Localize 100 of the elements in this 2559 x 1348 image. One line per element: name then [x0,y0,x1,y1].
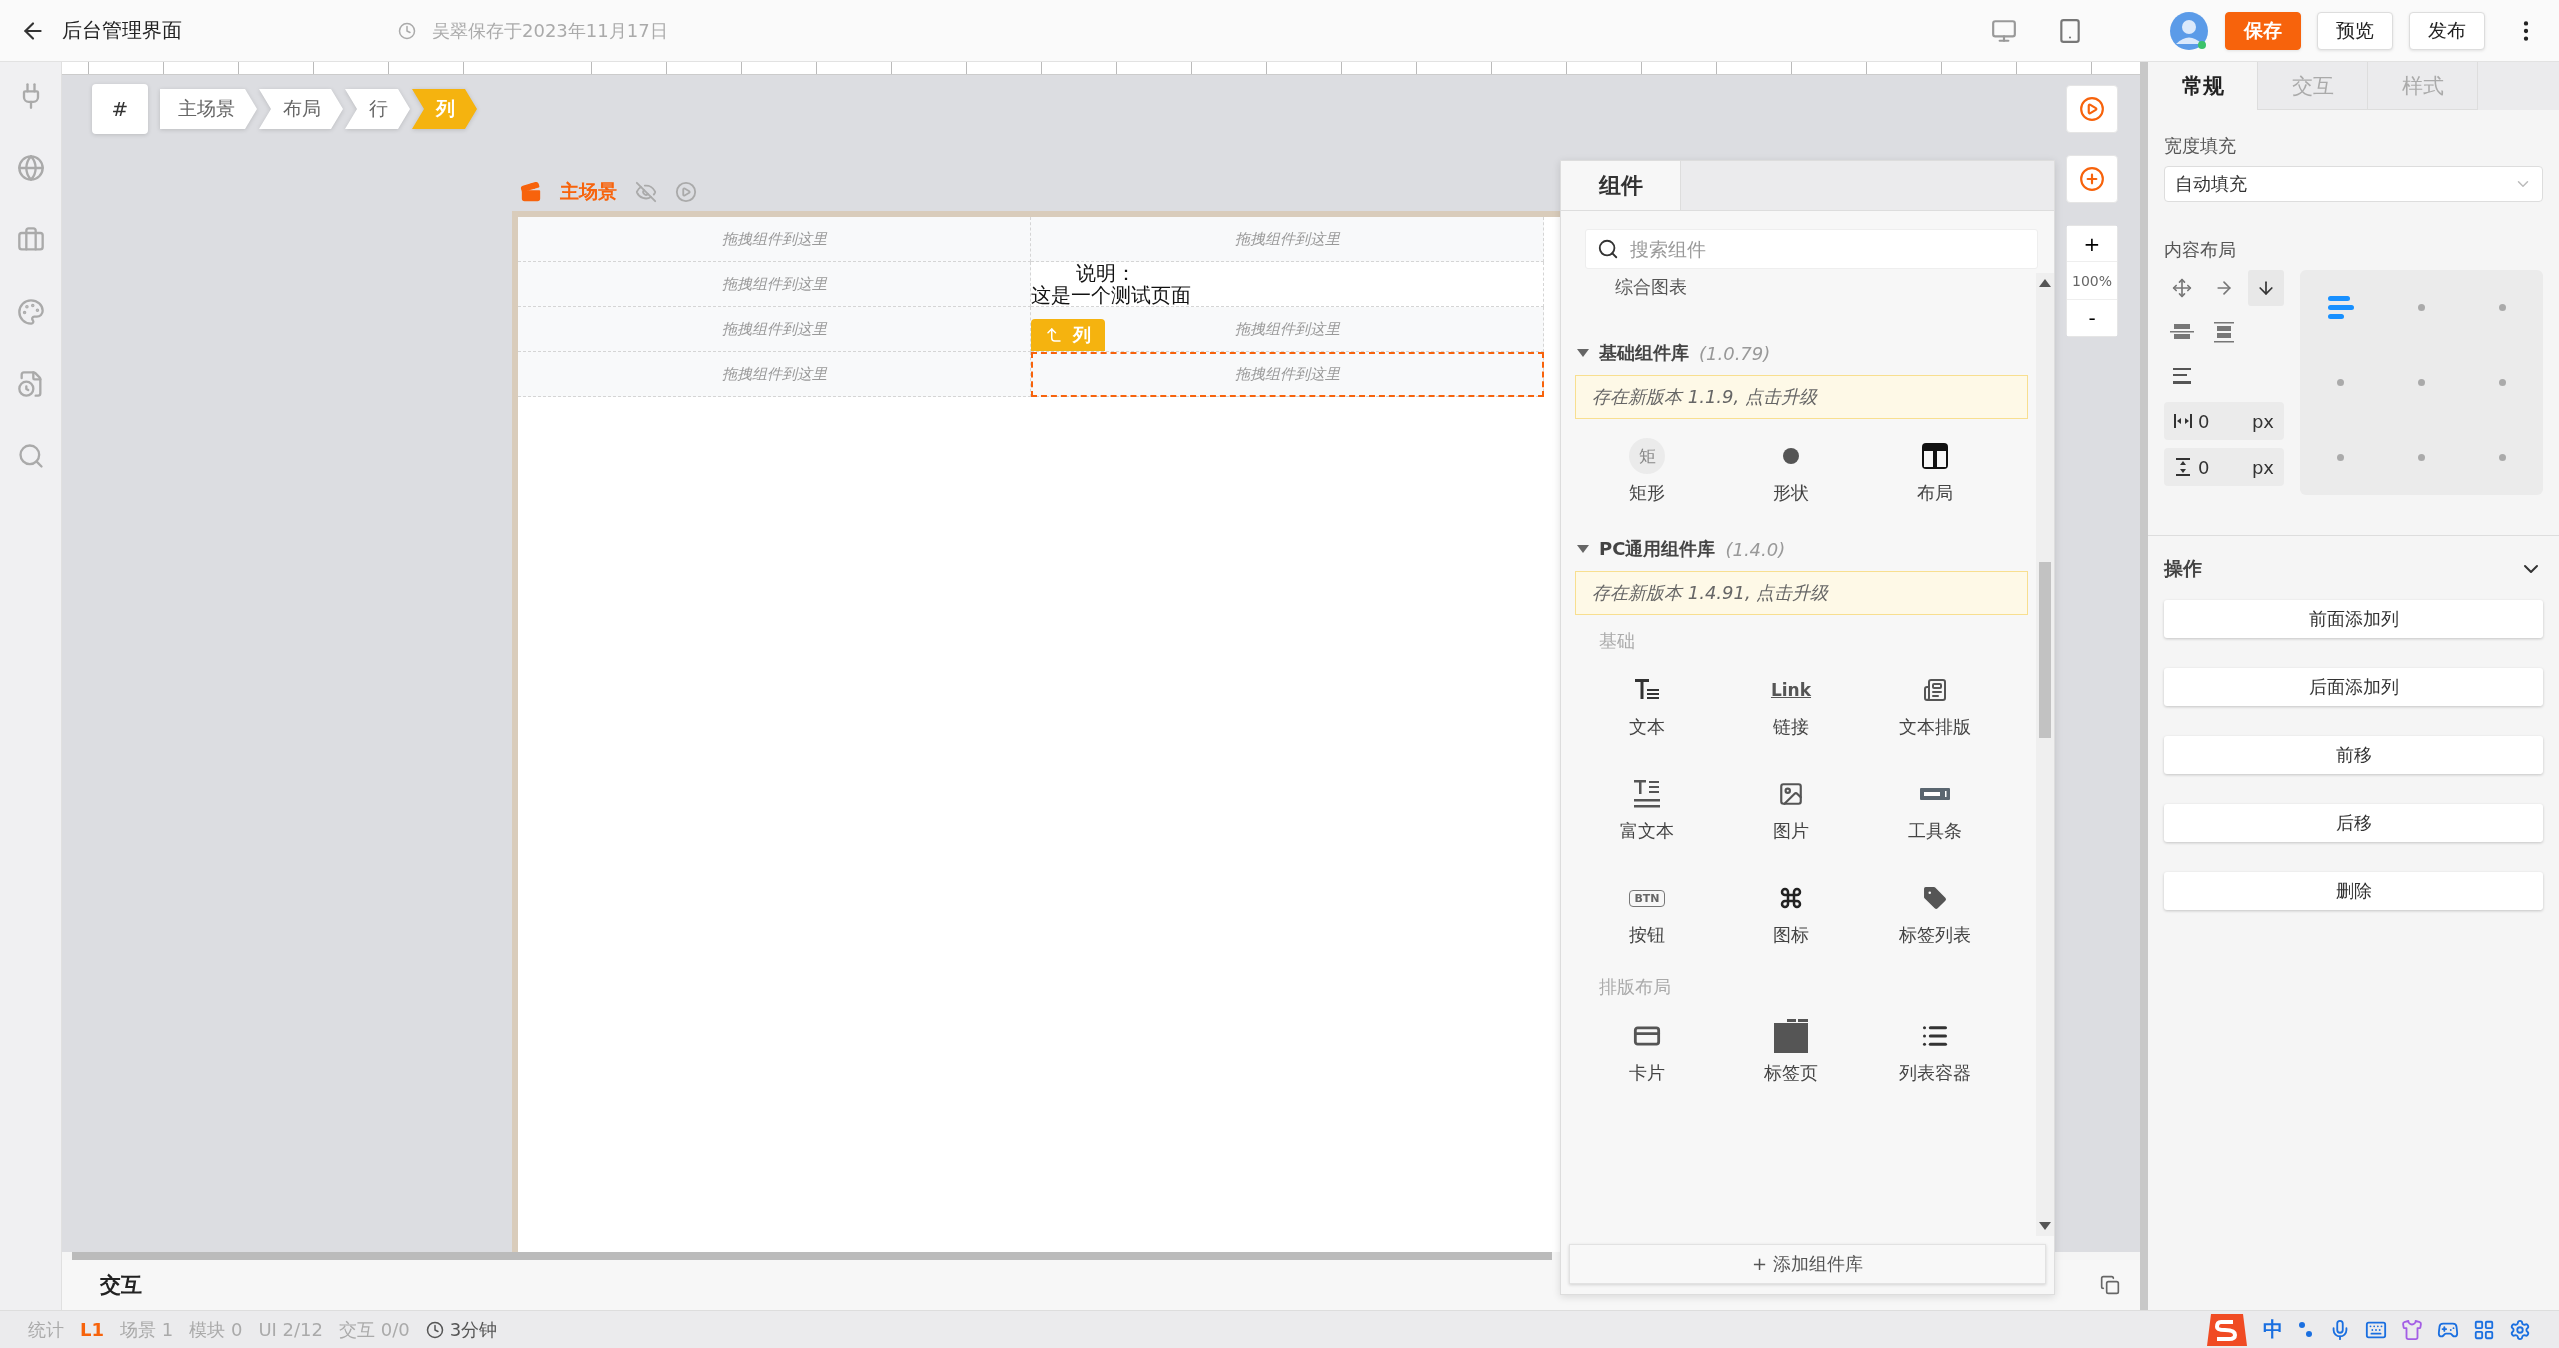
component-label[interactable]: 链接 [1773,715,1809,739]
component-label[interactable]: 标签列表 [1899,923,1971,947]
width-select[interactable]: 自动填充 [2164,166,2543,202]
preview-tool-button[interactable] [2066,85,2118,133]
settings-icon[interactable] [2509,1318,2531,1341]
button-glyph: BTN [1629,889,1665,907]
root-button[interactable]: # [92,84,148,134]
briefcase-icon[interactable] [16,226,45,254]
component-label[interactable]: 列表容器 [1899,1061,1971,1085]
ime-mode[interactable]: 中 [2263,1316,2283,1343]
search-icon[interactable] [16,442,45,470]
play-icon[interactable] [675,181,697,203]
component-label[interactable]: 形状 [1773,481,1809,505]
component-label[interactable]: 文本排版 [1899,715,1971,739]
scrollbar[interactable] [72,1252,1552,1260]
punctuation-icon[interactable] [2297,1319,2315,1340]
component-label[interactable]: 富文本 [1620,819,1674,843]
vertical-gap-field[interactable]: 0 px [2164,448,2284,486]
drop-hint: 拖拽组件到这里 [721,274,827,294]
component-label[interactable]: 卡片 [1629,1061,1665,1085]
component-label[interactable]: 矩形 [1629,481,1665,505]
newspaper-icon [1923,678,1947,702]
horizontal-gap-field[interactable]: 0 px [2164,402,2284,440]
action-button[interactable]: 前移 [2164,736,2543,774]
panel-title: 交互 [100,1272,142,1299]
scene-title: 主场景 [560,179,617,204]
collapse-icon[interactable] [1577,349,1589,357]
play-icon [2079,96,2105,122]
status-item: UI 2/12 [258,1319,323,1340]
dot-icon [1782,447,1800,465]
zoom-in-button[interactable]: + [2067,226,2117,262]
move-icon [2172,278,2192,298]
dot-icon [2337,379,2344,386]
align-left-icon [2327,295,2354,320]
library-name[interactable]: 基础组件库 [1599,341,1689,365]
dot-icon [2499,379,2506,386]
drop-hint: 拖拽组件到这里 [1234,229,1340,249]
command-icon [1779,886,1803,910]
avatar[interactable] [2169,10,2209,51]
scroll-thumb[interactable] [2039,561,2051,738]
collapse-icon[interactable] [1577,545,1589,553]
component-label[interactable]: 标签页 [1764,1061,1818,1085]
layout-column[interactable]: 说明： 这是一个测试页面 [1031,262,1544,307]
tablet-icon[interactable] [2057,17,2083,44]
globe-icon[interactable] [16,154,45,182]
component-label[interactable]: 综合图表 [1615,275,2028,323]
note-text: 说明： 这是一个测试页面 [1031,262,1191,306]
scroll-up-icon[interactable] [2039,279,2051,287]
add-tool-button[interactable] [2066,155,2118,203]
search-field[interactable]: 搜索组件 [1585,229,2038,269]
dot-icon [2337,454,2344,461]
add-library-button[interactable]: + 添加组件库 [1569,1244,2046,1284]
eye-off-icon[interactable] [635,181,657,203]
copy-icon[interactable] [2100,1275,2120,1295]
corner-up-icon [1045,326,1063,344]
panel-tab[interactable]: 组件 [1561,161,1681,210]
page-title: 后台管理界面 [62,17,183,44]
direction-button[interactable] [2248,270,2284,306]
width-icon [2174,412,2192,430]
grid-icon[interactable] [2473,1318,2495,1341]
component-label[interactable]: 布局 [1917,481,1953,505]
layout-icon [1922,443,1948,469]
toolbar-button[interactable]: 预览 [2317,11,2393,50]
action-button[interactable]: 后移 [2164,804,2543,842]
height-icon [2174,458,2192,476]
toolbar-button[interactable]: 发布 [2409,11,2485,50]
clock-icon [398,21,416,40]
ime-logo[interactable] [2205,1311,2249,1348]
file-clock-icon[interactable] [16,370,45,398]
shirt-icon[interactable] [2401,1318,2423,1341]
component-label[interactable]: 工具条 [1908,819,1962,843]
panel-tab[interactable]: 常规 [2148,62,2258,110]
desktop-icon[interactable] [1991,17,2017,44]
component-label[interactable]: 图片 [1773,819,1809,843]
toolbar-icon [1920,788,1950,800]
palette-icon[interactable] [16,298,45,326]
section-title: 基础 [1598,629,1636,653]
component-label[interactable]: 按钮 [1629,923,1665,947]
breadcrumb-item[interactable]: 主场景 [160,89,257,129]
link-glyph: Link [1770,680,1812,700]
dot-icon [2418,304,2425,311]
upgrade-notice[interactable]: 存在新版本 1.1.9, 点击升级 [1575,375,2028,419]
save-status: 吴翠保存于2023年11月17日 [432,18,668,43]
component-label[interactable]: 文本 [1629,715,1665,739]
library-name[interactable]: PC通用组件库 [1599,537,1716,561]
action-button[interactable]: 后面添加列 [2164,668,2543,706]
scrollbar[interactable] [2036,273,2054,1236]
drop-hint: 拖拽组件到这里 [721,364,827,384]
action-button[interactable]: 前面添加列 [2164,600,2543,638]
breadcrumb-item[interactable]: 行 [345,89,410,129]
action-button[interactable]: 删除 [2164,872,2543,910]
upgrade-notice[interactable]: 存在新版本 1.4.91, 点击升级 [1575,571,2028,615]
section-title: 排版布局 [1598,975,1672,999]
scroll-down-icon[interactable] [2039,1222,2051,1230]
tag-icon [1921,884,1949,912]
breadcrumb-item[interactable]: 布局 [259,89,343,129]
component-label[interactable]: 图标 [1773,923,1809,947]
drop-hint: 拖拽组件到这里 [1234,319,1340,339]
section-title: 操作 [2164,556,2202,581]
dot-icon [2418,379,2425,386]
